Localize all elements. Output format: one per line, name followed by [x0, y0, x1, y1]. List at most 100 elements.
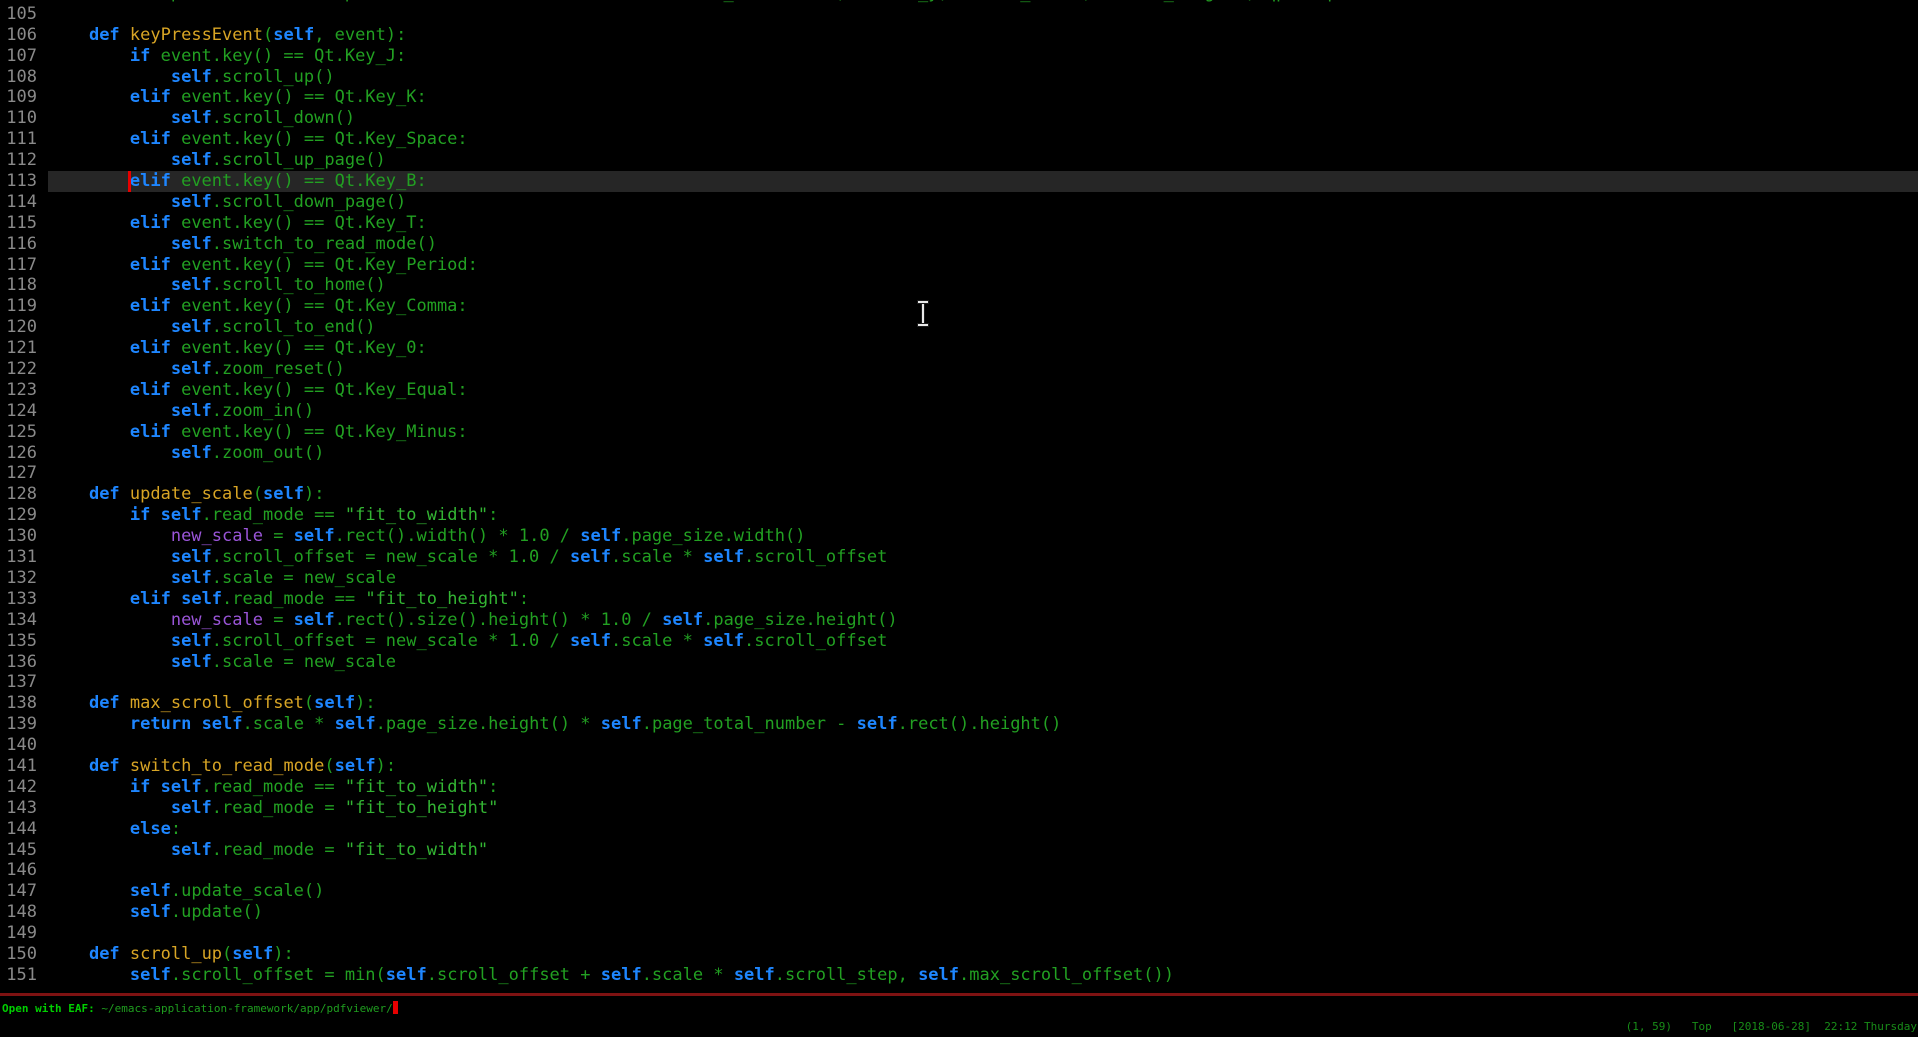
code-line-text[interactable]: def scroll_up(self): [48, 944, 1918, 965]
code-line[interactable]: 123 elif event.key() == Qt.Key_Equal: [0, 380, 1918, 401]
code-line-text[interactable]: if self.read_mode == "fit_to_width": [48, 505, 1918, 526]
code-line-text[interactable]: elif event.key() == Qt.Key_K: [48, 87, 1918, 108]
code-line-text[interactable]: self.scroll_to_end() [48, 317, 1918, 338]
code-line-text[interactable]: elif event.key() == Qt.Key_B: [48, 171, 1918, 192]
code-line-text[interactable]: else: [48, 819, 1918, 840]
code-line[interactable]: 146 [0, 860, 1918, 881]
code-line-text[interactable]: self.update() [48, 902, 1918, 923]
code-line-text[interactable]: elif event.key() == Qt.Key_Space: [48, 129, 1918, 150]
code-line[interactable]: 106 def keyPressEvent(self, event): [0, 25, 1918, 46]
code-line[interactable]: 135 self.scroll_offset = new_scale * 1.0… [0, 631, 1918, 652]
code-line-text[interactable]: if event.key() == Qt.Key_J: [48, 46, 1918, 67]
code-line-text[interactable]: elif self.read_mode == "fit_to_height": [48, 589, 1918, 610]
code-line[interactable]: 134 new_scale = self.rect().size().heigh… [0, 610, 1918, 631]
code-line[interactable]: 119 elif event.key() == Qt.Key_Comma: [0, 296, 1918, 317]
code-line-text[interactable]: def switch_to_read_mode(self): [48, 756, 1918, 777]
code-line-text[interactable]: def max_scroll_offset(self): [48, 693, 1918, 714]
code-line[interactable]: 126 self.zoom_out() [0, 443, 1918, 464]
code-line[interactable]: 116 self.switch_to_read_mode() [0, 234, 1918, 255]
code-line-text[interactable]: self.scale = new_scale [48, 652, 1918, 673]
code-line[interactable]: 130 new_scale = self.rect().width() * 1.… [0, 526, 1918, 547]
code-line-text[interactable]: self.scroll_down() [48, 108, 1918, 129]
code-line[interactable]: 120 self.scroll_to_end() [0, 317, 1918, 338]
line-number: 124 [0, 401, 48, 422]
code-line-text[interactable] [48, 735, 1918, 756]
code-line-text[interactable] [48, 672, 1918, 693]
code-line[interactable]: 142 if self.read_mode == "fit_to_width": [0, 777, 1918, 798]
code-line-text[interactable]: if self.read_mode == "fit_to_width": [48, 777, 1918, 798]
code-line[interactable]: 149 [0, 923, 1918, 944]
line-number: 131 [0, 547, 48, 568]
code-line-text[interactable]: self.scroll_up() [48, 67, 1918, 88]
code-line-text[interactable]: elif event.key() == Qt.Key_T: [48, 213, 1918, 234]
code-line[interactable]: 147 self.update_scale() [0, 881, 1918, 902]
code-line[interactable]: 108 self.scroll_up() [0, 67, 1918, 88]
code-line-text[interactable]: self.scroll_to_home() [48, 275, 1918, 296]
code-line[interactable]: 133 elif self.read_mode == "fit_to_heigh… [0, 589, 1918, 610]
code-line[interactable]: 141 def switch_to_read_mode(self): [0, 756, 1918, 777]
code-line[interactable]: 113 elif event.key() == Qt.Key_B: [0, 171, 1918, 192]
emacs-frame: { "palette": { "background": "#000000", … [0, 0, 1918, 1037]
code-line-text[interactable]: self.zoom_in() [48, 401, 1918, 422]
code-line[interactable]: 115 elif event.key() == Qt.Key_T: [0, 213, 1918, 234]
code-line[interactable]: 118 self.scroll_to_home() [0, 275, 1918, 296]
code-line[interactable]: 105 [0, 4, 1918, 25]
code-line-text[interactable] [48, 923, 1918, 944]
code-line[interactable]: 124 self.zoom_in() [0, 401, 1918, 422]
code-line[interactable]: 128 def update_scale(self): [0, 484, 1918, 505]
code-line[interactable]: 150 def scroll_up(self): [0, 944, 1918, 965]
code-line[interactable]: 144 else: [0, 819, 1918, 840]
code-line-text[interactable] [48, 4, 1918, 25]
code-line-text[interactable]: new_scale = self.rect().width() * 1.0 / … [48, 526, 1918, 547]
code-line[interactable]: 137 [0, 672, 1918, 693]
code-line[interactable]: 143 self.read_mode = "fit_to_height" [0, 798, 1918, 819]
code-line-text[interactable]: self.read_mode = "fit_to_height" [48, 798, 1918, 819]
code-line-text[interactable]: self.read_mode = "fit_to_width" [48, 840, 1918, 861]
code-line[interactable]: 122 self.zoom_reset() [0, 359, 1918, 380]
code-line[interactable]: 129 if self.read_mode == "fit_to_width": [0, 505, 1918, 526]
code-line[interactable]: 140 [0, 735, 1918, 756]
code-line-text[interactable]: self.scroll_up_page() [48, 150, 1918, 171]
code-line-text[interactable]: self.scroll_offset = new_scale * 1.0 / s… [48, 547, 1918, 568]
code-line-text[interactable]: self.scroll_offset = new_scale * 1.0 / s… [48, 631, 1918, 652]
code-line[interactable]: 148 self.update() [0, 902, 1918, 923]
code-line-text[interactable]: elif event.key() == Qt.Key_Minus: [48, 422, 1918, 443]
code-line[interactable]: 127 [0, 463, 1918, 484]
code-line-text[interactable]: elif event.key() == Qt.Key_0: [48, 338, 1918, 359]
code-line[interactable]: 145 self.read_mode = "fit_to_width" [0, 840, 1918, 861]
code-line[interactable]: 117 elif event.key() == Qt.Key_Period: [0, 255, 1918, 276]
code-line[interactable]: 139 return self.scale * self.page_size.h… [0, 714, 1918, 735]
code-line-text[interactable]: elif event.key() == Qt.Key_Equal: [48, 380, 1918, 401]
code-line-text[interactable]: self.scroll_down_page() [48, 192, 1918, 213]
code-line-text[interactable]: def keyPressEvent(self, event): [48, 25, 1918, 46]
code-line-text[interactable]: self.scale = new_scale [48, 568, 1918, 589]
code-line-text[interactable]: self.update_scale() [48, 881, 1918, 902]
code-line-text[interactable]: self.zoom_out() [48, 443, 1918, 464]
code-line-text[interactable]: elif event.key() == Qt.Key_Period: [48, 255, 1918, 276]
code-line[interactable]: 125 elif event.key() == Qt.Key_Minus: [0, 422, 1918, 443]
code-line[interactable]: 114 self.scroll_down_page() [0, 192, 1918, 213]
code-line[interactable]: 111 elif event.key() == Qt.Key_Space: [0, 129, 1918, 150]
code-line-text[interactable]: self.zoom_reset() [48, 359, 1918, 380]
code-line[interactable]: 136 self.scale = new_scale [0, 652, 1918, 673]
code-line[interactable]: 138 def max_scroll_offset(self): [0, 693, 1918, 714]
code-line-text[interactable]: self.switch_to_read_mode() [48, 234, 1918, 255]
code-line-text[interactable]: def update_scale(self): [48, 484, 1918, 505]
code-line[interactable]: 132 self.scale = new_scale [0, 568, 1918, 589]
code-line-text[interactable]: new_scale = self.rect().size().height() … [48, 610, 1918, 631]
code-line[interactable]: 109 elif event.key() == Qt.Key_K: [0, 87, 1918, 108]
code-line[interactable]: 121 elif event.key() == Qt.Key_0: [0, 338, 1918, 359]
code-area[interactable]: painter.drawPixmap(QRect((self.rect().wi… [0, 0, 1918, 986]
code-line[interactable]: 151 self.scroll_offset = min(self.scroll… [0, 965, 1918, 986]
code-line[interactable]: 131 self.scroll_offset = new_scale * 1.0… [0, 547, 1918, 568]
code-line-text[interactable] [48, 463, 1918, 484]
code-line[interactable]: 112 self.scroll_up_page() [0, 150, 1918, 171]
code-line-text[interactable] [48, 860, 1918, 881]
code-line-text[interactable]: return self.scale * self.page_size.heigh… [48, 714, 1918, 735]
code-line-text[interactable]: self.scroll_offset = min(self.scroll_off… [48, 965, 1918, 986]
code-line-text[interactable]: elif event.key() == Qt.Key_Comma: [48, 296, 1918, 317]
minibuffer[interactable]: Open with EAF: ~/emacs-application-frame… [2, 1000, 398, 1018]
minibuffer-input[interactable]: ~/emacs-application-framework/app/pdfvie… [101, 1002, 392, 1015]
code-line[interactable]: 107 if event.key() == Qt.Key_J: [0, 46, 1918, 67]
code-line[interactable]: 110 self.scroll_down() [0, 108, 1918, 129]
